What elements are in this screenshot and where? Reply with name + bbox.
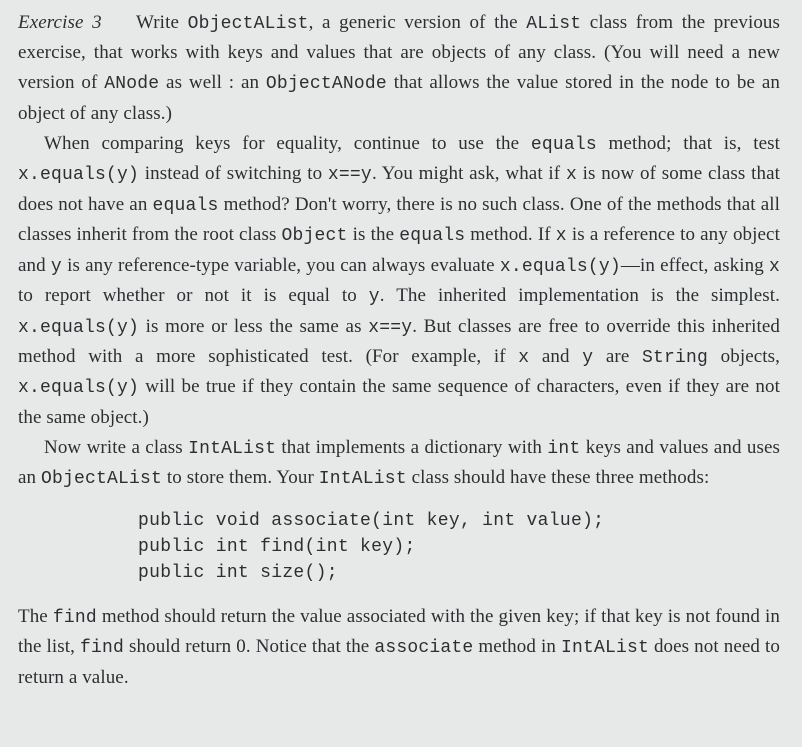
code-block: public void associate(int key, int value… — [138, 508, 780, 586]
exercise-para-2: When comparing keys for equality, contin… — [18, 129, 780, 433]
exercise-label: Exercise 3 — [18, 12, 102, 33]
exercise-para-1: Exercise 3 Write ObjectAList, a generic … — [18, 8, 780, 129]
exercise-para-4: The find method should return the value … — [18, 602, 780, 693]
exercise-para-3: Now write a class IntAList that implemen… — [18, 433, 780, 494]
